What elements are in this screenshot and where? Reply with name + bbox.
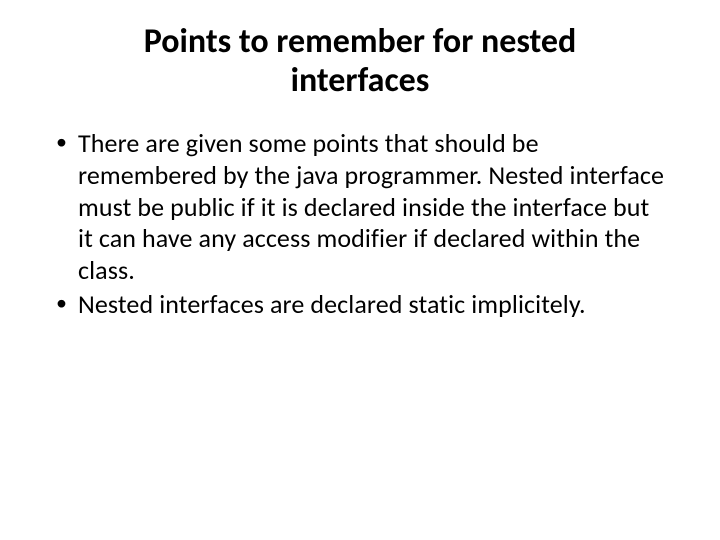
- list-item: Nested interfaces are declared static im…: [54, 289, 670, 321]
- bullet-list: There are given some points that should …: [50, 128, 670, 320]
- slide-title: Points to remember for nested interfaces: [80, 22, 640, 100]
- slide: Points to remember for nested interfaces…: [0, 0, 720, 540]
- list-item: There are given some points that should …: [54, 128, 670, 287]
